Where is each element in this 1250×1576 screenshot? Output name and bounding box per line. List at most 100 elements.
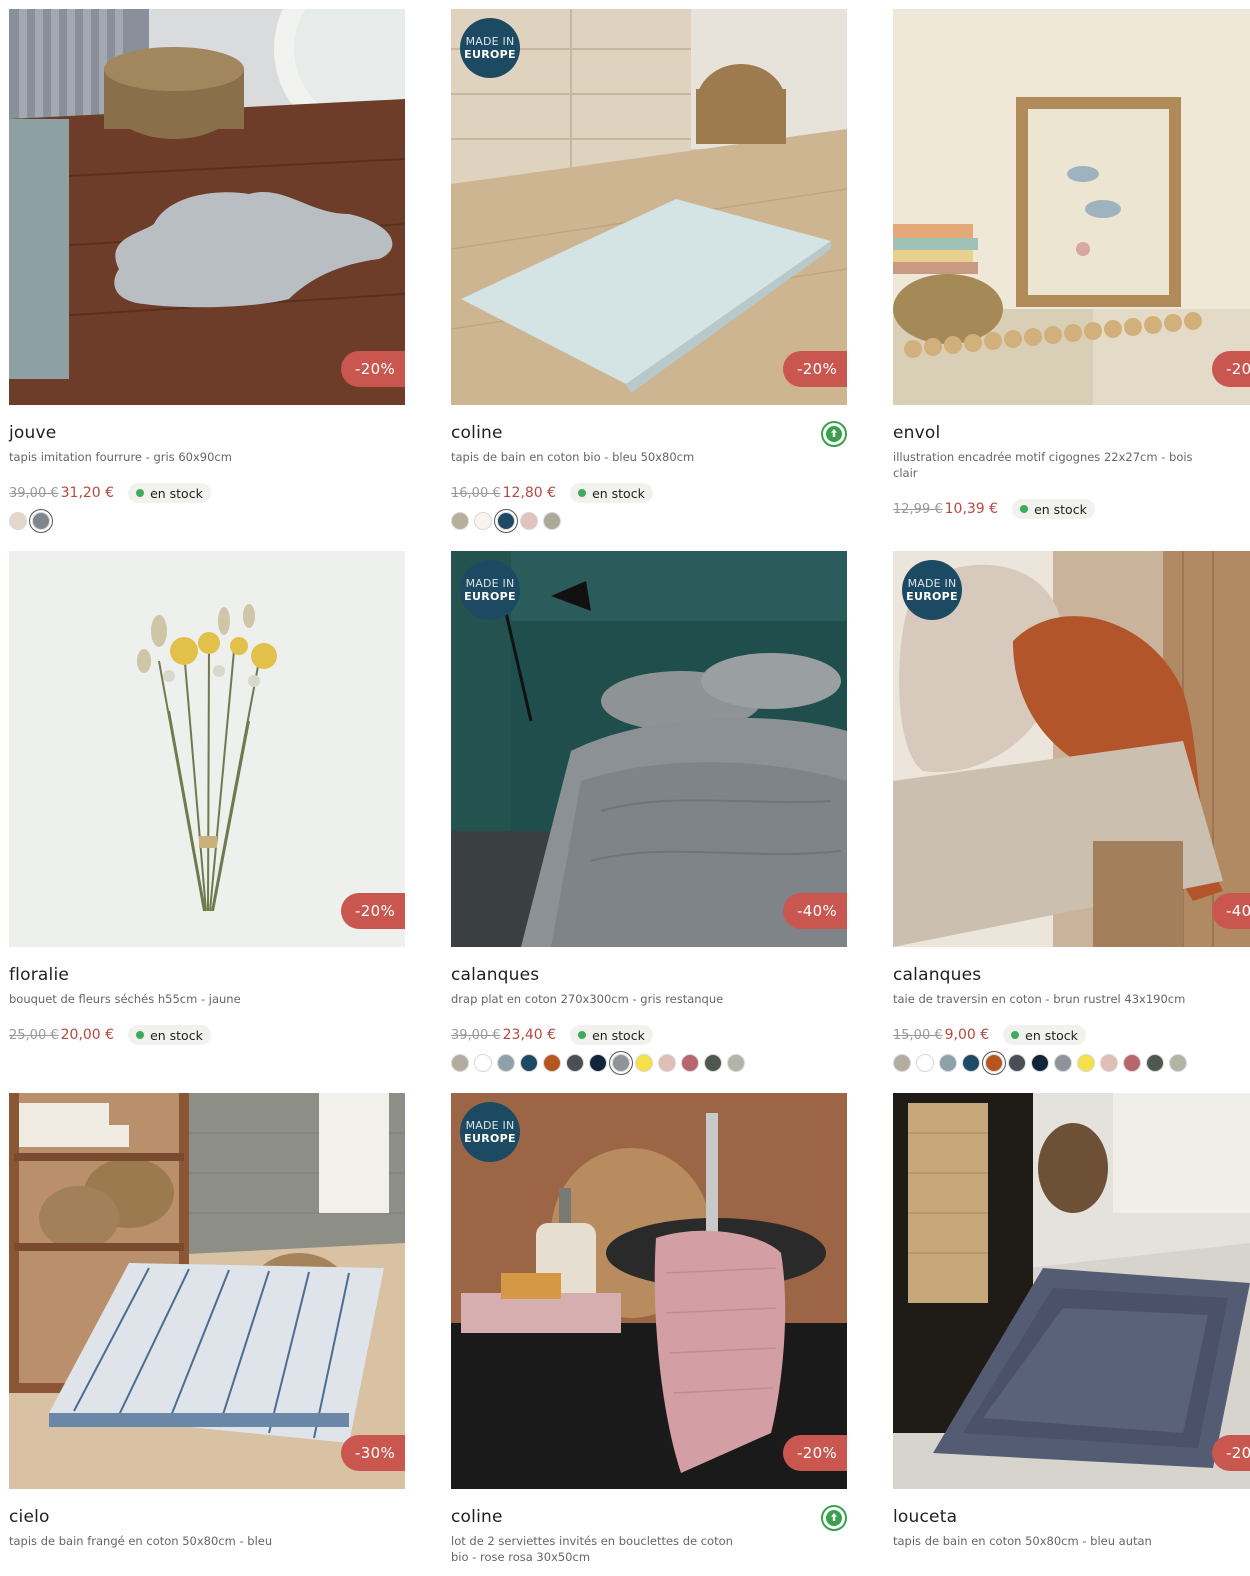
- sale-price: 20,00 €: [60, 1027, 115, 1043]
- color-swatches: [9, 511, 405, 531]
- product-description[interactable]: tapis de bain frangé en coton 50x80cm - …: [9, 1533, 309, 1549]
- discount-badge: -40%: [783, 893, 847, 929]
- badge-line1: MADE IN: [465, 35, 515, 48]
- product-grid: -20% jouve tapis imitation fourrure - gr…: [0, 0, 1250, 1576]
- price-row: 25,00 € 20,00 € en stock: [9, 1025, 405, 1045]
- color-swatches: [893, 1053, 1250, 1073]
- discount-badge: -20%: [1212, 1435, 1250, 1471]
- color-swatch[interactable]: [658, 1054, 676, 1072]
- product-image[interactable]: -20%: [9, 9, 405, 405]
- badge-line2: EUROPE: [464, 590, 516, 603]
- stock-badge: en stock: [570, 483, 653, 503]
- product-image[interactable]: -20%: [893, 1093, 1250, 1489]
- discount-badge: -20%: [341, 893, 405, 929]
- color-swatch[interactable]: [520, 512, 538, 530]
- product-title[interactable]: coline: [451, 423, 847, 445]
- color-swatch[interactable]: [1100, 1054, 1118, 1072]
- color-swatch[interactable]: [612, 1054, 630, 1072]
- product-description[interactable]: tapis de bain en coton 50x80cm - bleu au…: [893, 1533, 1193, 1549]
- color-swatch[interactable]: [985, 1054, 1003, 1072]
- product-card[interactable]: -20% louceta tapis de bain en coton 50x8…: [893, 1093, 1250, 1549]
- organic-cotton-icon: [821, 1505, 847, 1531]
- old-price: 39,00 €: [451, 1027, 501, 1043]
- product-title[interactable]: louceta: [893, 1507, 1250, 1529]
- product-description[interactable]: lot de 2 serviettes invités en bouclette…: [451, 1533, 751, 1565]
- product-card[interactable]: MADE IN EUROPE -20% coline tapis de bain …: [451, 9, 847, 531]
- product-image[interactable]: -20%: [9, 551, 405, 947]
- color-swatch[interactable]: [962, 1054, 980, 1072]
- color-swatch[interactable]: [32, 512, 50, 530]
- product-description[interactable]: bouquet de fleurs séchés h55cm - jaune: [9, 991, 309, 1007]
- product-description[interactable]: taie de traversin en coton - brun rustre…: [893, 991, 1193, 1007]
- product-image[interactable]: MADE IN EUROPE -20%: [451, 9, 847, 405]
- stock-badge: en stock: [570, 1025, 653, 1045]
- product-title[interactable]: coline: [451, 1507, 847, 1529]
- color-swatch[interactable]: [451, 512, 469, 530]
- made-in-europe-badge: MADE IN EUROPE: [902, 560, 962, 620]
- color-swatch[interactable]: [939, 1054, 957, 1072]
- color-swatch[interactable]: [543, 512, 561, 530]
- in-stock-dot-icon: [1020, 505, 1029, 513]
- color-swatch[interactable]: [497, 1054, 515, 1072]
- product-title[interactable]: envol: [893, 423, 1250, 445]
- stock-label: en stock: [1034, 501, 1087, 517]
- discount-badge: -20%: [341, 351, 405, 387]
- stock-label: en stock: [592, 485, 645, 501]
- color-swatch[interactable]: [451, 1054, 469, 1072]
- product-description[interactable]: illustration encadrée motif cigognes 22x…: [893, 449, 1193, 481]
- product-image[interactable]: -20%: [893, 9, 1250, 405]
- color-swatch[interactable]: [474, 1054, 492, 1072]
- made-in-europe-badge: MADE IN EUROPE: [460, 560, 520, 620]
- color-swatch[interactable]: [497, 512, 515, 530]
- product-image[interactable]: MADE INEUROPE -40%: [893, 551, 1250, 947]
- price-row: 15,00 € 9,00 € en stock: [893, 1025, 1250, 1045]
- product-title[interactable]: cielo: [9, 1507, 405, 1529]
- product-description[interactable]: tapis imitation fourrure - gris 60x90cm: [9, 449, 309, 465]
- product-title[interactable]: calanques: [451, 965, 847, 987]
- product-image[interactable]: MADE INEUROPE -40%: [451, 551, 847, 947]
- product-title[interactable]: floralie: [9, 965, 405, 987]
- color-swatch[interactable]: [1077, 1054, 1095, 1072]
- stock-badge: en stock: [1003, 1025, 1086, 1045]
- made-in-europe-badge: MADE IN EUROPE: [460, 18, 520, 78]
- product-card[interactable]: -20% envol illustration encadrée motif c…: [893, 9, 1250, 519]
- stock-label: en stock: [592, 1027, 645, 1043]
- product-description[interactable]: drap plat en coton 270x300cm - gris rest…: [451, 991, 751, 1007]
- color-swatch[interactable]: [1169, 1054, 1187, 1072]
- color-swatch[interactable]: [543, 1054, 561, 1072]
- color-swatch[interactable]: [566, 1054, 584, 1072]
- product-card[interactable]: -30% cielo tapis de bain frangé en coton…: [9, 1093, 405, 1549]
- organic-cotton-icon: [821, 421, 847, 447]
- color-swatch[interactable]: [1031, 1054, 1049, 1072]
- stock-label: en stock: [1025, 1027, 1078, 1043]
- color-swatch[interactable]: [589, 1054, 607, 1072]
- color-swatch[interactable]: [474, 512, 492, 530]
- color-swatch[interactable]: [893, 1054, 911, 1072]
- sale-price: 12,80 €: [502, 485, 557, 501]
- color-swatch[interactable]: [916, 1054, 934, 1072]
- color-swatch[interactable]: [704, 1054, 722, 1072]
- old-price: 25,00 €: [9, 1027, 59, 1043]
- product-card[interactable]: -20% floralie bouquet de fleurs séchés h…: [9, 551, 405, 1045]
- product-title[interactable]: jouve: [9, 423, 405, 445]
- badge-line2: EUROPE: [906, 590, 958, 603]
- color-swatch[interactable]: [681, 1054, 699, 1072]
- color-swatch[interactable]: [9, 512, 27, 530]
- color-swatch[interactable]: [1123, 1054, 1141, 1072]
- product-card[interactable]: -20% jouve tapis imitation fourrure - gr…: [9, 9, 405, 531]
- product-card[interactable]: MADE INEUROPE -40% calanques taie de tra…: [893, 551, 1250, 1073]
- color-swatch[interactable]: [635, 1054, 653, 1072]
- product-title[interactable]: calanques: [893, 965, 1250, 987]
- product-image[interactable]: MADE IN EUROPE -20%: [451, 1093, 847, 1489]
- product-description[interactable]: tapis de bain en coton bio - bleu 50x80c…: [451, 449, 751, 465]
- product-image[interactable]: -30%: [9, 1093, 405, 1489]
- product-card[interactable]: MADE IN EUROPE -40% calanques drap plat e…: [451, 551, 847, 1073]
- badge-line1: MADE IN: [465, 1119, 515, 1132]
- color-swatch[interactable]: [727, 1054, 745, 1072]
- product-card[interactable]: MADE IN EUROPE -20% coline lot de 2 servi…: [451, 1093, 847, 1565]
- color-swatch[interactable]: [1054, 1054, 1072, 1072]
- color-swatch[interactable]: [520, 1054, 538, 1072]
- sale-price: 23,40 €: [502, 1027, 557, 1043]
- color-swatch[interactable]: [1146, 1054, 1164, 1072]
- color-swatch[interactable]: [1008, 1054, 1026, 1072]
